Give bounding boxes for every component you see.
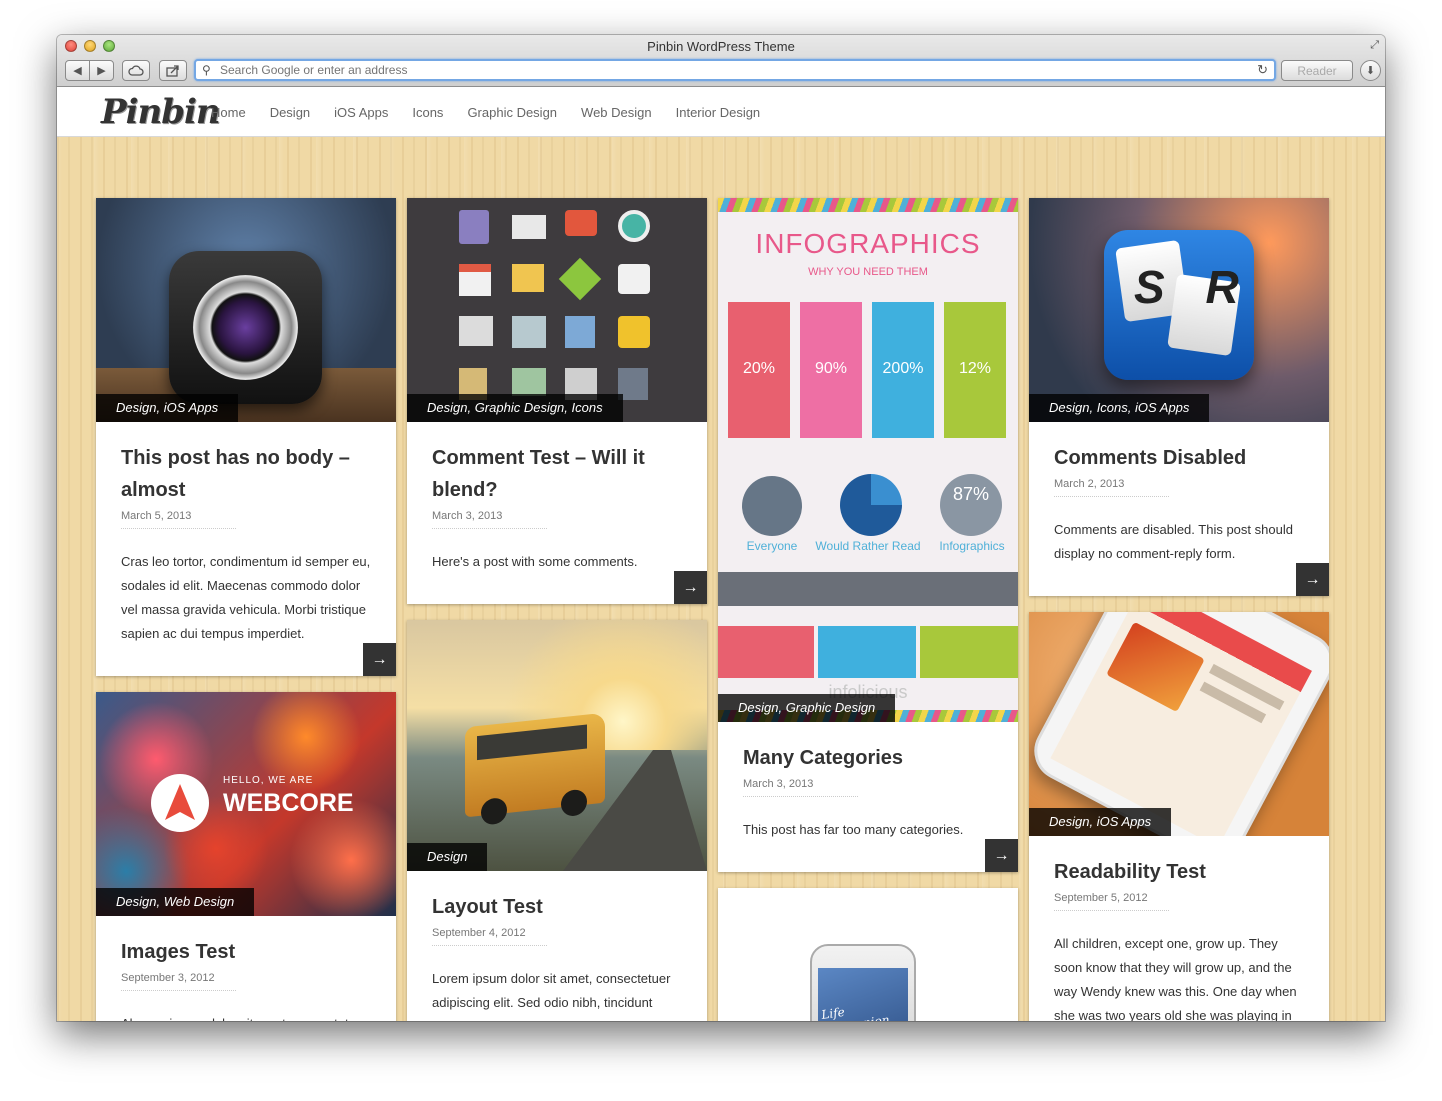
post-thumbnail[interactable]: INFOGRAPHICS WHY YOU NEED THEM 20% 90% 2… — [718, 198, 1018, 722]
icon-set-grid — [459, 210, 669, 400]
pie-percent: 87% — [952, 484, 990, 504]
post-title[interactable]: This post has no body – almost — [121, 442, 371, 506]
webcore-logo-icon — [151, 774, 209, 832]
read-more-button[interactable]: → — [1296, 563, 1329, 596]
downloads-button[interactable]: ⬇ — [1360, 60, 1381, 81]
bus-graphic — [465, 712, 605, 826]
search-icon: ⚲ — [202, 63, 211, 77]
sr-app-icon: S R — [1104, 230, 1254, 380]
nav-web-design[interactable]: Web Design — [581, 105, 652, 120]
post-thumbnail[interactable]: Design, iOS Apps — [1029, 612, 1329, 836]
infographic-subtitle: WHY YOU NEED THEM — [808, 266, 928, 278]
post-categories[interactable]: Design, Web Design — [96, 888, 255, 916]
reader-button[interactable]: Reader — [1281, 60, 1353, 81]
post-date: September 5, 2012 — [1054, 892, 1169, 911]
smartphone-graphic: Life companion — [810, 944, 916, 1021]
post-title[interactable]: Many Categories — [743, 742, 993, 774]
post-thumbnail[interactable]: HELLO, WE ARE WEBCORE Design, Web Design — [96, 692, 396, 916]
post-categories[interactable]: Design, Icons, iOS Apps — [1029, 394, 1210, 422]
address-input[interactable] — [220, 61, 1240, 79]
stat-3: 200% — [882, 360, 924, 377]
title-bar: Pinbin WordPress Theme ⤢ ◀ ▶ ⚲ ↻ Reader … — [57, 35, 1385, 87]
download-icon: ⬇ — [1365, 65, 1376, 77]
post-card: Design, iOS Apps Readability Test Septem… — [1029, 612, 1329, 1021]
site-logo[interactable]: Pinbin — [101, 92, 221, 132]
post-card: Design Layout Test September 4, 2012 Lor… — [407, 620, 707, 1021]
infographic-label-1: Everyone — [746, 539, 798, 553]
post-card: S R Design, Icons, iOS Apps Comments Dis… — [1029, 198, 1329, 596]
post-excerpt: All children, except one, grow up. They … — [1054, 936, 1297, 1021]
post-categories[interactable]: Design, Graphic Design — [718, 694, 896, 722]
webcore-title: WEBCORE — [223, 789, 354, 817]
nav-ios-apps[interactable]: iOS Apps — [334, 105, 388, 120]
post-card: HELLO, WE ARE WEBCORE Design, Web Design… — [96, 692, 396, 1021]
post-title[interactable]: Readability Test — [1054, 856, 1304, 888]
post-date: March 5, 2013 — [121, 510, 236, 529]
post-card: Life companion — [718, 888, 1018, 1021]
forward-arrow-icon: ▶ — [97, 65, 106, 77]
post-excerpt: Cras leo tortor, condimentum id semper e… — [121, 554, 371, 641]
share-icon — [166, 64, 179, 77]
site-header: Pinbin Home Design iOS Apps Icons Graphi… — [57, 88, 1385, 137]
browser-window: Pinbin WordPress Theme ⤢ ◀ ▶ ⚲ ↻ Reader … — [57, 35, 1385, 1021]
infographic-title: INFOGRAPHICS — [755, 228, 981, 259]
camera-app-icon — [169, 251, 322, 404]
icloud-tabs-button[interactable] — [122, 60, 150, 81]
post-thumbnail[interactable]: S R Design, Icons, iOS Apps — [1029, 198, 1329, 422]
nav-interior-design[interactable]: Interior Design — [676, 105, 761, 120]
post-title[interactable]: Comments Disabled — [1054, 442, 1304, 474]
post-categories[interactable]: Design, iOS Apps — [1029, 808, 1172, 836]
nav-design[interactable]: Design — [270, 105, 310, 120]
post-excerpt: Lorem ipsum dolor sit amet, consectetuer… — [432, 971, 673, 1021]
post-thumbnail[interactable]: Design, iOS Apps — [96, 198, 396, 422]
stat-2: 90% — [814, 360, 848, 377]
back-arrow-icon: ◀ — [73, 65, 82, 77]
read-more-button[interactable]: → — [363, 643, 396, 676]
post-categories[interactable]: Design, Graphic Design, Icons — [407, 394, 623, 422]
post-title[interactable]: Layout Test — [432, 891, 682, 923]
stat-4: 12% — [958, 360, 992, 377]
stat-1: 20% — [742, 360, 776, 377]
post-date: March 3, 2013 — [743, 778, 858, 797]
read-more-button[interactable]: → — [674, 571, 707, 604]
post-excerpt: Here's a post with some comments. — [432, 554, 638, 569]
main-nav: Home Design iOS Apps Icons Graphic Desig… — [211, 105, 784, 120]
post-thumbnail[interactable]: Life companion — [718, 888, 1018, 1021]
post-categories[interactable]: Design, iOS Apps — [96, 394, 239, 422]
reload-icon[interactable]: ↻ — [1257, 62, 1268, 78]
post-date: March 3, 2013 — [432, 510, 547, 529]
post-thumbnail[interactable]: Design — [407, 620, 707, 871]
post-date: March 2, 2013 — [1054, 478, 1169, 497]
nav-icons[interactable]: Icons — [412, 105, 443, 120]
post-card: INFOGRAPHICS WHY YOU NEED THEM 20% 90% 2… — [718, 198, 1018, 872]
phone-screen-text: Life companion — [820, 1004, 890, 1021]
webcore-tagline: HELLO, WE ARE — [223, 775, 314, 786]
post-title[interactable]: Images Test — [121, 936, 371, 968]
back-button[interactable]: ◀ — [65, 60, 90, 81]
iphone-graphic — [1029, 612, 1329, 836]
infographic-label-2: Would Rather Read — [815, 539, 921, 553]
post-excerpt: Comments are disabled. This post should … — [1054, 522, 1293, 561]
infographic-label-3: Infographics — [939, 539, 1005, 553]
post-excerpt: Al orem ipsum dolor sit amet, consectetu… — [121, 1012, 371, 1021]
window-title: Pinbin WordPress Theme — [647, 39, 795, 54]
post-grid: Design, iOS Apps This post has no body –… — [57, 137, 1385, 1021]
post-card: Design, iOS Apps This post has no body –… — [96, 198, 396, 676]
sr-letters: S R — [1134, 261, 1253, 313]
post-categories[interactable]: Design — [407, 843, 488, 871]
forward-button[interactable]: ▶ — [89, 60, 114, 81]
nav-graphic-design[interactable]: Graphic Design — [467, 105, 557, 120]
read-more-button[interactable]: → — [985, 839, 1018, 872]
cloud-icon — [128, 65, 144, 76]
post-thumbnail[interactable]: Design, Graphic Design, Icons — [407, 198, 707, 422]
post-title[interactable]: Comment Test – Will it blend? — [432, 442, 682, 506]
address-bar[interactable]: ⚲ ↻ — [194, 59, 1276, 81]
post-date: September 3, 2012 — [121, 972, 236, 991]
post-card: Design, Graphic Design, Icons Comment Te… — [407, 198, 707, 604]
post-excerpt: This post has far too many categories. — [743, 822, 964, 837]
post-date: September 4, 2012 — [432, 927, 547, 946]
share-button[interactable] — [159, 60, 187, 81]
fullscreen-icon[interactable]: ⤢ — [1370, 39, 1379, 52]
nav-home[interactable]: Home — [211, 105, 246, 120]
